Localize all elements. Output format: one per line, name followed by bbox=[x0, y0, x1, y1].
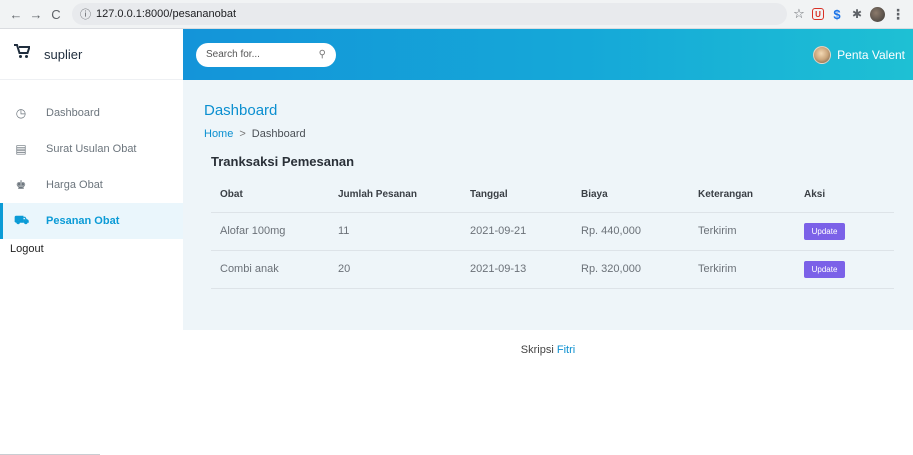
search-input[interactable] bbox=[206, 49, 306, 60]
search-icon[interactable]: ⚲ bbox=[319, 49, 326, 60]
table-header-row: Obat Jumlah Pesanan Tanggal Biaya Ketera… bbox=[211, 178, 894, 213]
cell-biaya: Rp. 320,000 bbox=[572, 250, 689, 289]
sidebar-item-label: Surat Usulan Obat bbox=[46, 143, 137, 155]
user-menu[interactable]: Penta Valent bbox=[813, 45, 905, 64]
s-extension-icon[interactable]: $ bbox=[830, 7, 844, 22]
breadcrumb-home[interactable]: Home bbox=[204, 128, 233, 140]
search-box[interactable]: ⚲ bbox=[196, 42, 336, 67]
cell-obat: Combi anak bbox=[211, 250, 329, 289]
url-text[interactable]: 127.0.0.1:8000/pesananobat bbox=[96, 8, 236, 20]
document-icon: ▤ bbox=[15, 142, 27, 156]
site-info-icon[interactable]: ⓘ bbox=[80, 6, 91, 22]
reload-icon[interactable]: C bbox=[46, 4, 66, 24]
cell-aksi: Update bbox=[795, 212, 894, 251]
breadcrumb-current: Dashboard bbox=[251, 128, 306, 140]
table-row: Alofar 100mg 11 2021-09-21 Rp. 440,000 T… bbox=[211, 212, 894, 251]
cell-tanggal: 2021-09-13 bbox=[461, 250, 572, 289]
cart-icon bbox=[14, 44, 31, 64]
top-navbar: ⚲ Penta Valent bbox=[183, 29, 913, 80]
update-button[interactable]: Update bbox=[804, 222, 845, 240]
extensions-area: ☆ U $ ✱ ⋮ bbox=[792, 6, 905, 22]
footer: Skripsi Fitri bbox=[183, 344, 913, 356]
breadcrumb-separator: > bbox=[239, 128, 246, 140]
forward-arrow-icon[interactable]: → bbox=[26, 4, 46, 24]
column-header-jumlah: Jumlah Pesanan bbox=[329, 178, 461, 213]
footer-prefix: Skripsi bbox=[520, 344, 554, 356]
cell-aksi: Update bbox=[795, 250, 894, 289]
column-header-biaya: Biaya bbox=[572, 178, 689, 213]
column-header-keterangan: Keterangan bbox=[689, 178, 795, 213]
avatar bbox=[813, 45, 832, 64]
back-arrow-icon[interactable]: ← bbox=[6, 4, 26, 24]
clock-icon: ◷ bbox=[15, 106, 27, 120]
update-button[interactable]: Update bbox=[804, 260, 845, 278]
brand-name: suplier bbox=[44, 46, 83, 62]
logout-link[interactable]: Logout bbox=[0, 243, 183, 255]
orders-table: Obat Jumlah Pesanan Tanggal Biaya Ketera… bbox=[211, 178, 894, 289]
column-header-tanggal: Tanggal bbox=[461, 178, 572, 213]
footer-author-link[interactable]: Fitri bbox=[557, 344, 575, 356]
truck-icon: ⛟ bbox=[14, 213, 30, 227]
user-icon: ♚ bbox=[15, 178, 27, 192]
column-header-aksi: Aksi bbox=[795, 178, 894, 213]
cell-jumlah: 20 bbox=[329, 250, 461, 289]
sidebar-item-dashboard[interactable]: ◷ Dashboard bbox=[0, 95, 183, 131]
shield-extension-icon[interactable]: U bbox=[812, 8, 824, 20]
extensions-puzzle-icon[interactable]: ✱ bbox=[850, 7, 864, 21]
sidebar-menu: ◷ Dashboard ▤ Surat Usulan Obat ♚ Harga … bbox=[0, 95, 183, 239]
cell-obat: Alofar 100mg bbox=[211, 212, 329, 251]
sidebar-item-label: Dashboard bbox=[46, 107, 100, 119]
browser-toolbar: ← → C ⓘ 127.0.0.1:8000/pesananobat ☆ U $… bbox=[0, 0, 913, 29]
sidebar-item-label: Harga Obat bbox=[46, 179, 103, 191]
bookmark-star-icon[interactable]: ☆ bbox=[792, 6, 806, 21]
browser-menu-icon[interactable]: ⋮ bbox=[891, 6, 905, 22]
cell-jumlah: 11 bbox=[329, 212, 461, 251]
sidebar-item-pesanan-obat[interactable]: ⛟ Pesanan Obat bbox=[0, 203, 183, 239]
table-row: Combi anak 20 2021-09-13 Rp. 320,000 Ter… bbox=[211, 250, 894, 289]
sidebar-item-harga-obat[interactable]: ♚ Harga Obat bbox=[0, 167, 183, 203]
card-title: Tranksaksi Pemesanan bbox=[211, 154, 355, 169]
cell-keterangan: Terkirim bbox=[689, 212, 795, 251]
orders-card: Tranksaksi Pemesanan Obat Jumlah Pesanan… bbox=[204, 154, 894, 289]
profile-avatar-icon[interactable] bbox=[870, 6, 885, 22]
sidebar-item-label: Pesanan Obat bbox=[46, 215, 120, 227]
user-name: Penta Valent bbox=[837, 47, 905, 62]
cell-tanggal: 2021-09-21 bbox=[461, 212, 572, 251]
cell-keterangan: Terkirim bbox=[689, 250, 795, 289]
column-header-obat: Obat bbox=[211, 178, 329, 213]
breadcrumb: Home > Dashboard bbox=[204, 128, 306, 140]
sidebar: suplier ◷ Dashboard ▤ Surat Usulan Obat … bbox=[0, 29, 183, 455]
address-bar[interactable]: ⓘ 127.0.0.1:8000/pesananobat bbox=[72, 3, 787, 25]
main-content: Dashboard Home > Dashboard Tranksaksi Pe… bbox=[183, 80, 913, 330]
brand[interactable]: suplier bbox=[0, 29, 183, 80]
cell-biaya: Rp. 440,000 bbox=[572, 212, 689, 251]
sidebar-item-surat-usulan-obat[interactable]: ▤ Surat Usulan Obat bbox=[0, 131, 183, 167]
page-title: Dashboard bbox=[204, 102, 278, 119]
